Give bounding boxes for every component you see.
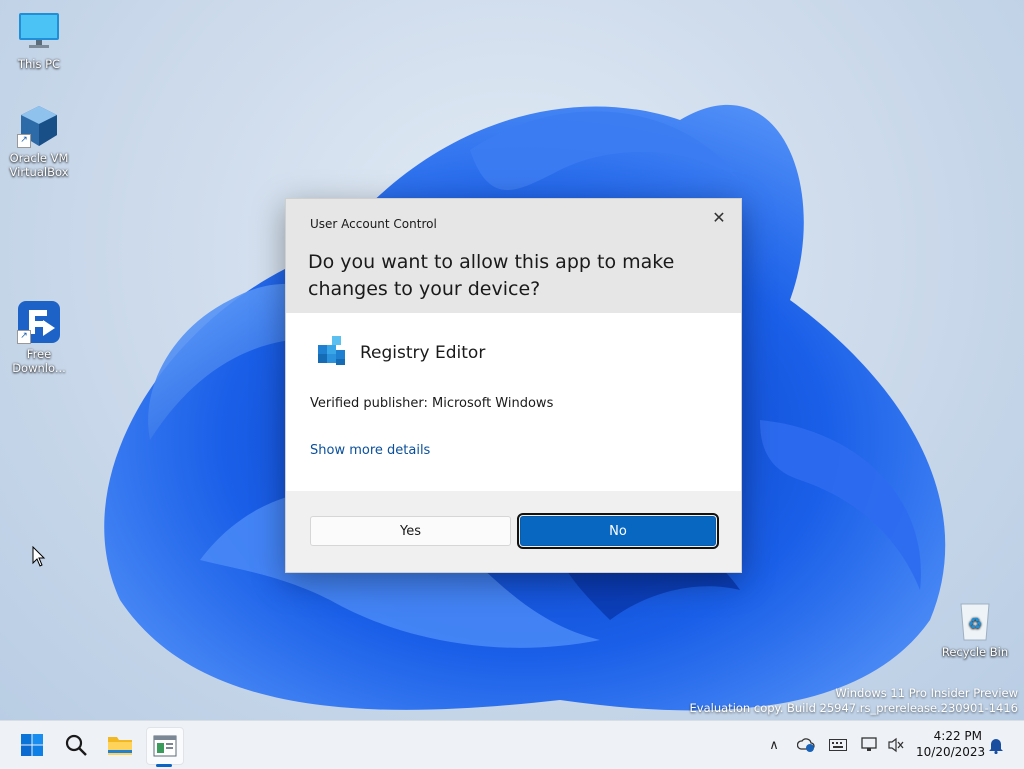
shortcut-arrow-icon: ↗ (17, 134, 31, 148)
tray-security-button[interactable] (796, 735, 816, 755)
file-explorer-button[interactable] (102, 727, 138, 763)
watermark-line: Windows 11 Pro Insider Preview (835, 686, 1018, 700)
taskbar: ∧ 4:22 PM 10/20/2023 (0, 720, 1024, 769)
desktop-icon-free-download-manager[interactable]: ↗ Free Downlo... (3, 300, 75, 375)
yes-button[interactable]: Yes (310, 516, 511, 546)
tray-network-button[interactable] (860, 735, 880, 755)
tray-keyboard-button[interactable] (828, 735, 848, 755)
taskbar-clock[interactable]: 4:22 PM 10/20/2023 (916, 728, 986, 760)
file-explorer-icon (108, 737, 132, 755)
tray-volume-button[interactable] (886, 735, 906, 755)
recycle-bin-icon: ♻ (953, 598, 997, 642)
close-icon: ✕ (712, 208, 726, 227)
taskbar-registry-editor-button[interactable] (146, 727, 184, 765)
download-manager-icon: ↗ (17, 300, 61, 344)
virtualbox-icon: ↗ (17, 104, 61, 148)
desktop-icon-label: VirtualBox (9, 165, 69, 179)
verified-publisher: Verified publisher: Microsoft Windows (310, 396, 554, 411)
uac-body: Registry Editor Verified publisher: Micr… (286, 313, 741, 491)
desktop-icon-label: Oracle VM (9, 151, 69, 165)
desktop-icon-label: Free (26, 347, 52, 361)
keyboard-icon (829, 739, 847, 751)
network-icon (861, 737, 877, 751)
clock-time: 4:22 PM (933, 729, 982, 743)
speaker-muted-icon (888, 737, 904, 753)
evaluation-watermark: Windows 11 Pro Insider Preview Evaluatio… (690, 686, 1018, 716)
monitor-icon (17, 10, 61, 54)
uac-dialog: User Account Control ✕ Do you want to al… (285, 198, 742, 573)
watermark-line: Evaluation copy. Build 25947.rs_prerelea… (689, 701, 1018, 715)
close-button[interactable]: ✕ (705, 205, 733, 231)
desktop-icon-label: This PC (17, 57, 61, 71)
tray-overflow-button[interactable]: ∧ (764, 735, 784, 755)
uac-header: User Account Control ✕ Do you want to al… (286, 199, 741, 313)
clock-date: 10/20/2023 (916, 745, 986, 759)
active-app-indicator (156, 764, 172, 767)
uac-footer: Yes No (286, 491, 741, 572)
bell-icon (989, 739, 1003, 754)
desktop-icon-label: Downlo... (12, 361, 66, 375)
app-name: Registry Editor (360, 343, 486, 363)
svg-text:♻: ♻ (968, 614, 982, 633)
desktop-icon-this-pc[interactable]: This PC (3, 10, 75, 71)
notifications-button[interactable] (986, 735, 1006, 755)
no-button[interactable]: No (517, 513, 719, 549)
cloud-info-icon (797, 738, 815, 752)
search-button[interactable] (58, 727, 94, 763)
desktop-icon-label: Recycle Bin (941, 645, 1009, 659)
uac-question: Do you want to allow this app to make ch… (308, 251, 675, 300)
mouse-cursor-icon (32, 546, 46, 567)
registry-editor-icon (318, 336, 345, 365)
dialog-title: User Account Control (310, 217, 437, 231)
desktop-icon-virtualbox[interactable]: ↗ Oracle VM VirtualBox (3, 104, 75, 179)
start-button[interactable] (14, 727, 50, 763)
show-more-details-link[interactable]: Show more details (310, 443, 430, 458)
start-icon (21, 734, 43, 756)
registry-editor-icon (153, 735, 177, 757)
chevron-up-icon: ∧ (769, 737, 779, 753)
shortcut-arrow-icon: ↗ (17, 330, 31, 344)
desktop-icon-recycle-bin[interactable]: ♻ Recycle Bin (939, 598, 1011, 659)
search-icon (65, 734, 87, 756)
